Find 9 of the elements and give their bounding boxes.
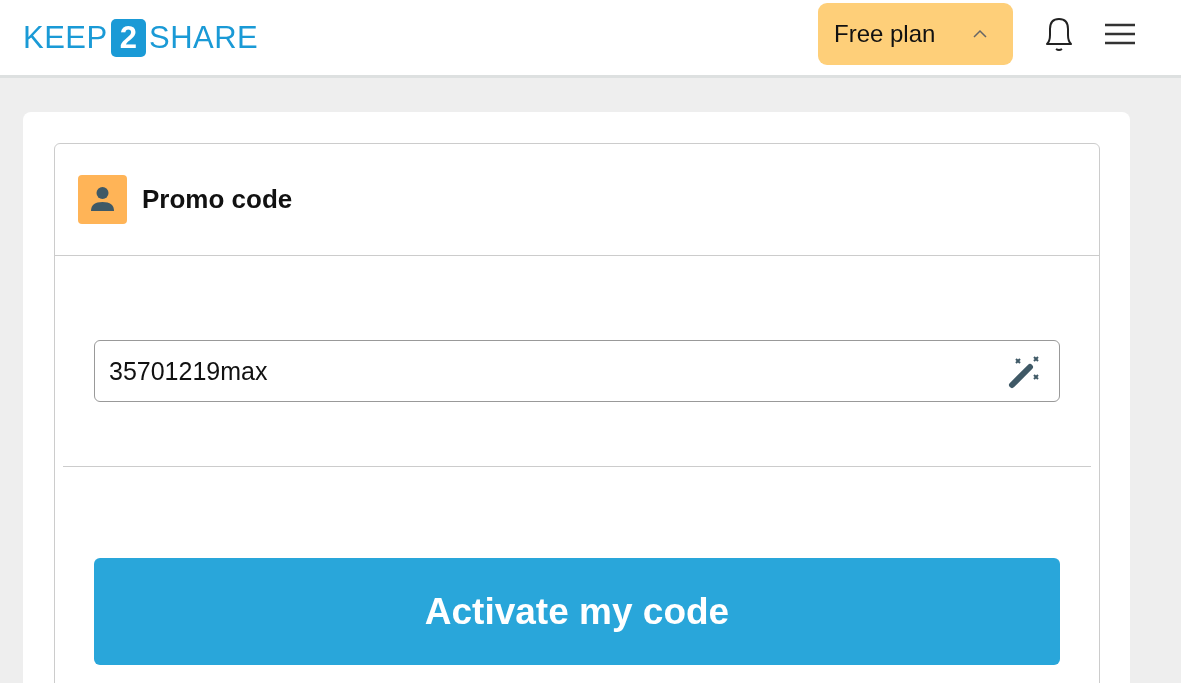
caret-icon	[973, 28, 987, 39]
logo-text: SHARE	[148, 19, 259, 56]
plan-dropdown-button[interactable]: Free plan	[818, 2, 1013, 65]
promo-code-field[interactable]: 35701219max	[94, 340, 1060, 402]
logo-badge: 2	[110, 18, 146, 57]
panel-title: Promo code	[142, 184, 293, 215]
menu-icon[interactable]	[1105, 21, 1135, 46]
user-icon	[78, 175, 127, 224]
logo-text: KEEP	[23, 19, 108, 56]
